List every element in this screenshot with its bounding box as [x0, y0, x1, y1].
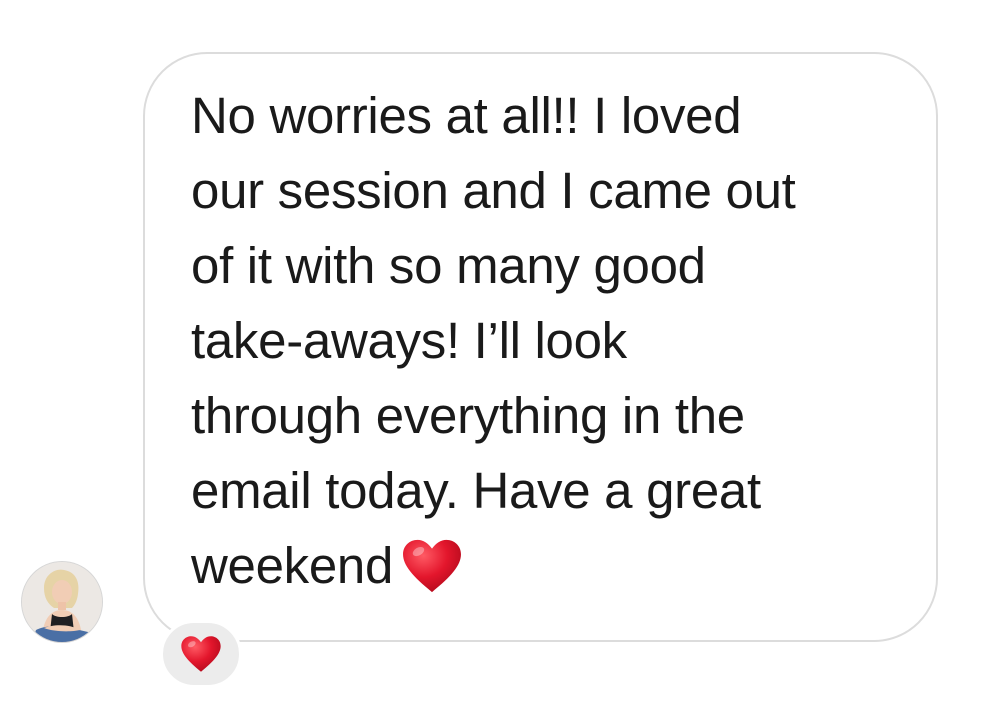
message-line: of it with so many good — [191, 237, 706, 294]
reaction-badge[interactable] — [160, 620, 242, 688]
message-text: No worries at all!! I loved our session … — [191, 78, 921, 603]
message-line: take-aways! I’ll look — [191, 312, 627, 369]
message-line: through everything in the — [191, 387, 745, 444]
red-heart-icon — [401, 538, 463, 594]
red-heart-icon — [180, 635, 222, 673]
avatar-photo — [22, 562, 102, 642]
message-line: our session and I came out — [191, 162, 796, 219]
message-bubble[interactable]: No worries at all!! I loved our session … — [143, 52, 938, 642]
message-line: weekend — [191, 537, 394, 594]
avatar[interactable] — [22, 562, 102, 642]
message-line: email today. Have a great — [191, 462, 761, 519]
message-line: No worries at all!! I loved — [191, 87, 742, 144]
